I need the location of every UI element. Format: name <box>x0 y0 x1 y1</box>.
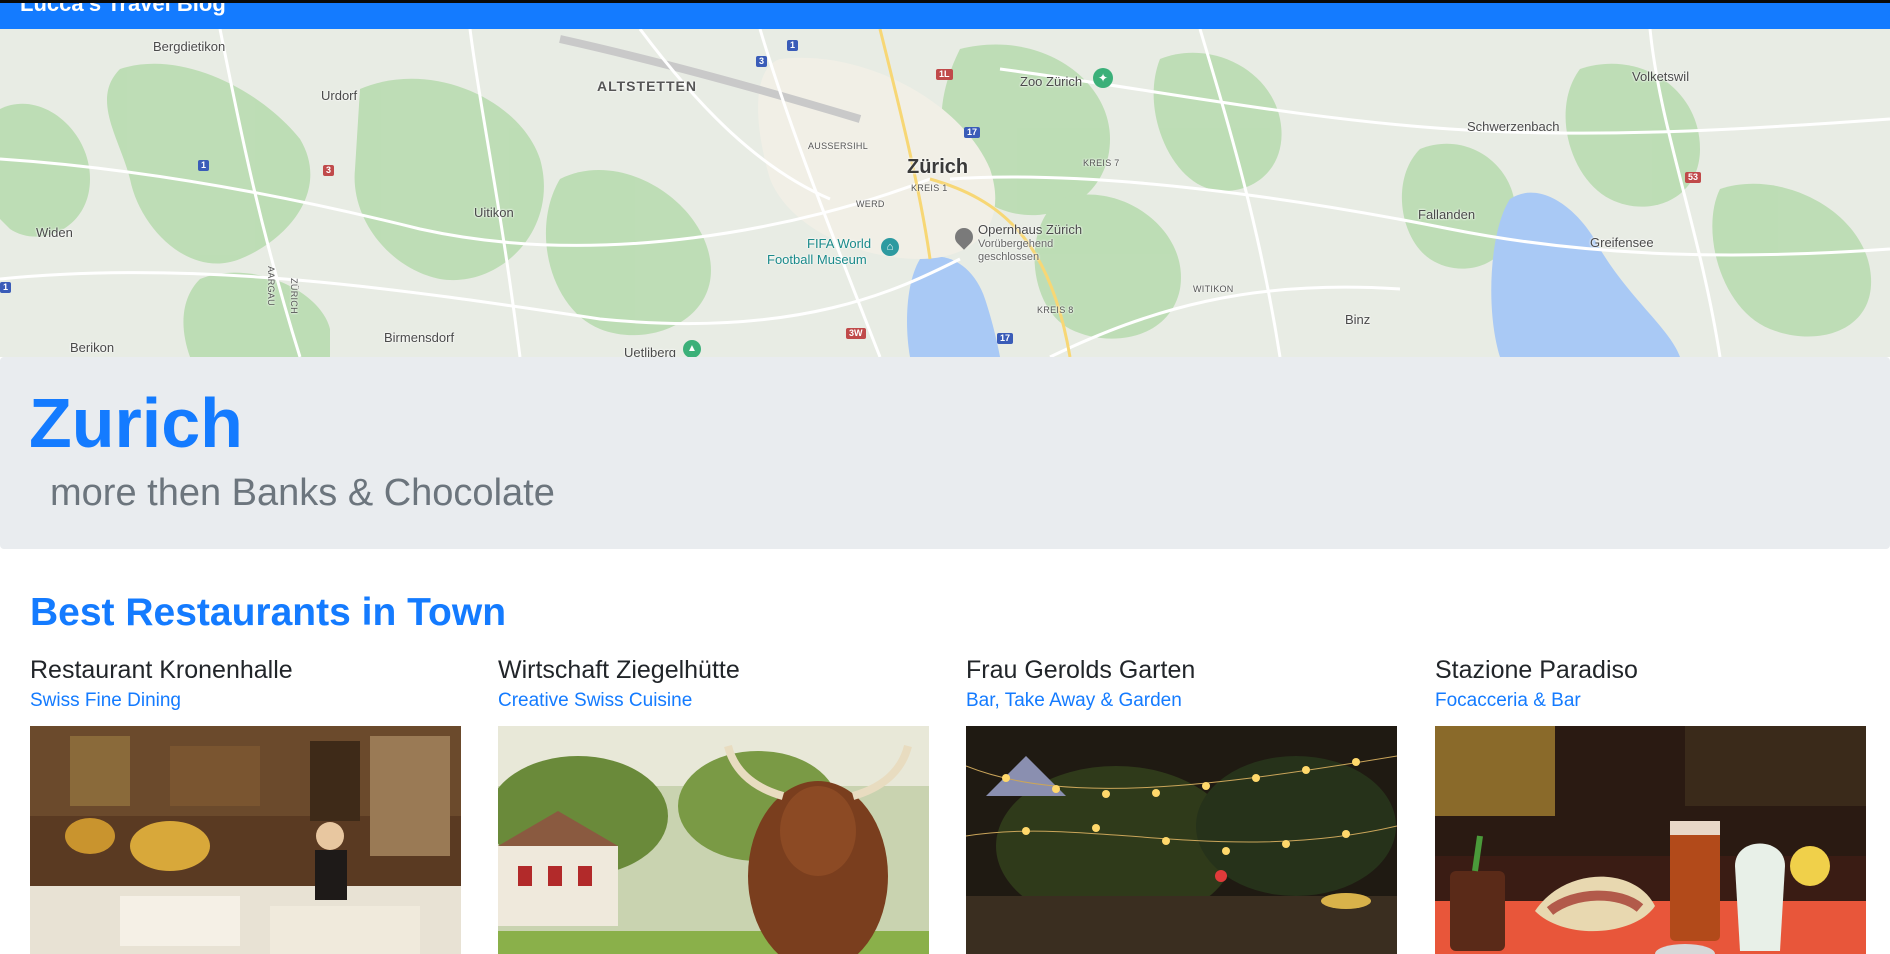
road-shield: 17 <box>997 333 1014 344</box>
map-label-fallanden: Fallanden <box>1418 207 1476 222</box>
road-shield: 1 <box>0 282 12 293</box>
map-label-altstetten: ALTSTETTEN <box>597 78 697 94</box>
restaurant-card[interactable]: Frau Gerolds Garten Bar, Take Away & Gar… <box>966 655 1397 954</box>
road-shield: 1 <box>787 40 799 51</box>
museum-icon[interactable]: ⌂ <box>881 238 899 256</box>
map-label-uitikon: Uitikon <box>474 205 514 220</box>
restaurant-category: Creative Swiss Cuisine <box>498 690 693 711</box>
restaurant-name[interactable]: Stazione Paradiso <box>1435 655 1866 685</box>
map-label-kreis7: KREIS 7 <box>1083 158 1120 168</box>
map-label-fifa-line2: Football Museum <box>767 252 867 267</box>
page-subtitle: more then Banks & Chocolate <box>50 472 555 514</box>
restaurant-name[interactable]: Restaurant Kronenhalle <box>30 655 461 685</box>
road-shield: 3W <box>846 328 866 339</box>
road-shield: 1 <box>198 160 210 171</box>
restaurant-interior-photo[interactable] <box>30 726 461 954</box>
map-label-fifa-line1: FIFA World <box>807 236 872 251</box>
map-label-schwerzenbach: Schwerzenbach <box>1467 119 1560 134</box>
road-shield: 1L <box>936 69 953 80</box>
road-shield: 17 <box>964 127 981 138</box>
road-shield: 53 <box>1685 172 1702 183</box>
map-label-zurich: Zürich <box>907 156 969 178</box>
navbar-brand-link[interactable]: Lucca's Travel Blog <box>20 3 226 17</box>
mountain-icon[interactable]: ▲ <box>683 340 701 357</box>
zoo-paw-icon[interactable]: ✦ <box>1093 68 1113 88</box>
map-label-zurich-border: ZÜRICH <box>288 278 299 314</box>
restaurant-card[interactable]: Restaurant Kronenhalle Swiss Fine Dining <box>30 655 461 954</box>
map-label-opernhaus-sub1: Vorübergehend <box>978 238 1054 250</box>
restaurant-name[interactable]: Frau Gerolds Garten <box>966 655 1397 685</box>
road-shield: 3 <box>756 56 768 67</box>
top-navbar: Lucca's Travel Blog <box>0 0 1890 29</box>
map-label-kreis8: KREIS 8 <box>1037 305 1074 315</box>
map-label-berikon: Berikon <box>70 340 115 355</box>
map-label-werd: WERD <box>856 199 885 209</box>
map-label-uetliberg: Uetliberg <box>624 345 677 357</box>
map-label-witikon: WITIKON <box>1193 284 1234 294</box>
hero-jumbotron: Zurich more then Banks & Chocolate <box>0 357 1890 549</box>
map-label-kreis1: KREIS 1 <box>911 183 948 193</box>
restaurant-name[interactable]: Wirtschaft Ziegelhütte <box>498 655 929 685</box>
map-label-opernhaus-sub2: geschlossen <box>978 251 1040 263</box>
map-label-volketswil: Volketswil <box>1632 69 1690 84</box>
night-garden-lights-photo[interactable] <box>966 726 1397 954</box>
map-label-binz: Binz <box>1345 312 1371 327</box>
map-label-aussersihl: AUSSERSIHL <box>808 141 869 151</box>
page-title: Zurich <box>29 384 243 462</box>
map-label-greifensee: Greifensee <box>1590 235 1654 250</box>
map-label-birmensdorf: Birmensdorf <box>384 330 455 345</box>
restaurant-card[interactable]: Stazione Paradiso Focacceria & Bar <box>1435 655 1866 954</box>
map-label-widen: Widen <box>36 225 73 240</box>
restaurant-category: Swiss Fine Dining <box>30 690 181 711</box>
map-label-bergdietikon: Bergdietikon <box>153 39 226 54</box>
map-label-zoo: Zoo Zürich <box>1020 74 1083 89</box>
restaurant-category: Bar, Take Away & Garden <box>966 690 1182 711</box>
road-shield: 3 <box>323 165 335 176</box>
map-label-opernhaus: Opernhaus Zürich <box>978 222 1083 237</box>
focaccia-drinks-photo[interactable] <box>1435 726 1866 954</box>
zurich-map[interactable]: Bergdietikon Urdorf ALTSTETTEN AUSSERSIH… <box>0 29 1890 357</box>
restaurant-card[interactable]: Wirtschaft Ziegelhütte Creative Swiss Cu… <box>498 655 929 954</box>
section-title: Best Restaurants in Town <box>30 591 507 634</box>
map-label-urdorf: Urdorf <box>321 88 358 103</box>
restaurant-category: Focacceria & Bar <box>1435 690 1581 711</box>
highland-cow-photo[interactable] <box>498 726 929 954</box>
map-label-aargau: AARGAU <box>265 266 276 306</box>
